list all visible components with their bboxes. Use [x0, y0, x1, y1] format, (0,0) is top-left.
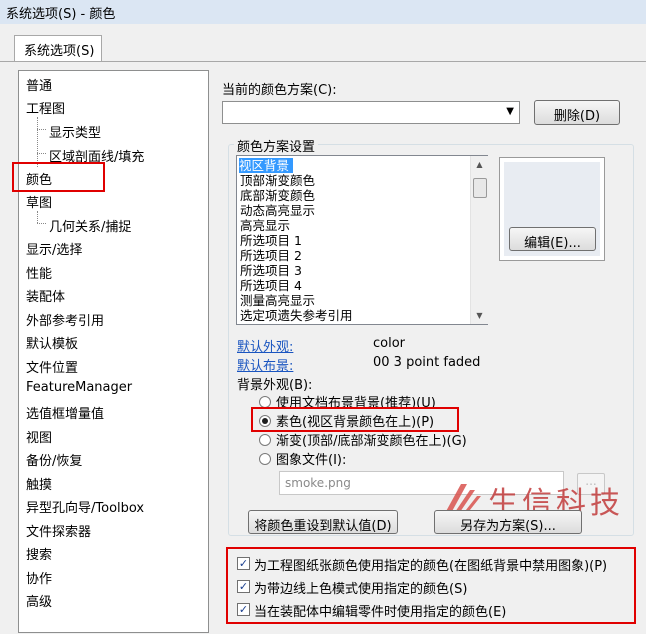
reset-defaults-button[interactable]: 将颜色重设到默认值(D): [248, 510, 398, 534]
nav-item-hole-wizard-toolbox[interactable]: 异型孔向导/Toolbox: [26, 497, 144, 516]
tree-connector: [37, 211, 38, 223]
options-tree[interactable]: 普通 工程图 显示类型 区域剖面线/填充 颜色 草图 几何关系/捕捉 显示/选择…: [18, 70, 209, 633]
nav-item-sketch[interactable]: 草图: [26, 192, 52, 211]
list-item[interactable]: 动态高亮显示: [240, 203, 315, 218]
nav-item-search[interactable]: 搜索: [26, 544, 52, 563]
nav-item-backup-recover[interactable]: 备份/恢复: [26, 450, 82, 469]
tree-connector: [37, 117, 38, 167]
list-scrollbar[interactable]: ▲ ▼: [470, 156, 488, 324]
nav-item-advanced[interactable]: 高级: [26, 591, 52, 610]
nav-item-file-explorer[interactable]: 文件探索器: [26, 521, 91, 540]
nav-item-display-selection[interactable]: 显示/选择: [26, 239, 82, 258]
color-scheme-select[interactable]: ▼: [222, 101, 520, 124]
nav-item-file-locations[interactable]: 文件位置: [26, 357, 78, 376]
color-items-list[interactable]: 视区背景 顶部渐变颜色 底部渐变颜色 动态高亮显示 高亮显示 所选项目 1 所选…: [236, 155, 488, 325]
edit-color-button[interactable]: 编辑(E)...: [509, 227, 596, 251]
tab-system-options[interactable]: 系统选项(S): [14, 35, 102, 61]
list-item[interactable]: 测量高亮显示: [240, 293, 315, 308]
color-scheme-label: 当前的颜色方案(C):: [222, 83, 337, 98]
title-bar: 系统选项(S) - 颜色: [0, 0, 646, 25]
chevron-down-icon[interactable]: ▼: [506, 106, 514, 117]
tree-connector: [37, 129, 46, 130]
default-scene-value: 00 3 point faded: [373, 355, 481, 370]
list-item[interactable]: 底部渐变颜色: [240, 188, 315, 203]
nav-item-general[interactable]: 普通: [26, 75, 52, 94]
nav-item-collaboration[interactable]: 协作: [26, 568, 52, 587]
radio-image-file-label[interactable]: 图象文件(I):: [276, 449, 346, 468]
nav-item-relations-snaps[interactable]: 几何关系/捕捉: [49, 216, 131, 235]
scroll-down-icon[interactable]: ▼: [472, 308, 487, 323]
nav-item-default-templates[interactable]: 默认模板: [26, 333, 78, 352]
list-item[interactable]: 所选项目 2: [240, 248, 302, 263]
nav-item-touch[interactable]: 触摸: [26, 474, 52, 493]
save-as-scheme-button[interactable]: 另存为方案(S)...: [434, 510, 582, 534]
delete-scheme-button[interactable]: 删除(D): [534, 100, 620, 125]
list-item[interactable]: 所选项目 1: [240, 233, 302, 248]
list-item[interactable]: 高亮显示: [240, 218, 290, 233]
list-item[interactable]: 所选项目 4: [240, 278, 302, 293]
list-item[interactable]: 顶部渐变颜色: [240, 173, 315, 188]
nav-item-assemblies[interactable]: 装配体: [26, 286, 65, 305]
nav-item-view[interactable]: 视图: [26, 427, 52, 446]
radio-gradient-label[interactable]: 渐变(顶部/底部渐变颜色在上)(G): [276, 430, 467, 449]
tree-connector: [37, 223, 46, 224]
highlight-box-plain-color: [251, 407, 459, 432]
default-scene-link[interactable]: 默认布景:: [237, 355, 293, 374]
list-item[interactable]: 选定项遗失参考引用: [240, 308, 353, 323]
nav-item-display-type[interactable]: 显示类型: [49, 122, 101, 141]
tree-connector: [37, 153, 46, 154]
scroll-thumb[interactable]: [473, 178, 487, 198]
highlight-box-colors: [12, 162, 105, 192]
highlight-box-checkboxes: [226, 547, 636, 624]
default-appearance-link[interactable]: 默认外观:: [237, 336, 293, 355]
scroll-up-icon[interactable]: ▲: [472, 157, 487, 172]
nav-item-drawings[interactable]: 工程图: [26, 98, 65, 117]
nav-item-spin-box-increments[interactable]: 选值框增量值: [26, 403, 104, 422]
radio-gradient[interactable]: [259, 434, 271, 446]
radio-image-file[interactable]: [259, 453, 271, 465]
list-item[interactable]: 视区背景: [239, 158, 294, 173]
window-title: 系统选项(S) - 颜色: [6, 7, 116, 22]
nav-item-external-references[interactable]: 外部参考引用: [26, 310, 104, 329]
background-appearance-label: 背景外观(B):: [237, 378, 313, 393]
list-item[interactable]: 所选项目 3: [240, 263, 302, 278]
nav-item-featuremanager[interactable]: FeatureManager: [26, 380, 132, 395]
nav-item-performance[interactable]: 性能: [26, 263, 52, 282]
color-scheme-settings-title: 颜色方案设置: [234, 136, 319, 155]
default-appearance-value: color: [373, 336, 406, 351]
